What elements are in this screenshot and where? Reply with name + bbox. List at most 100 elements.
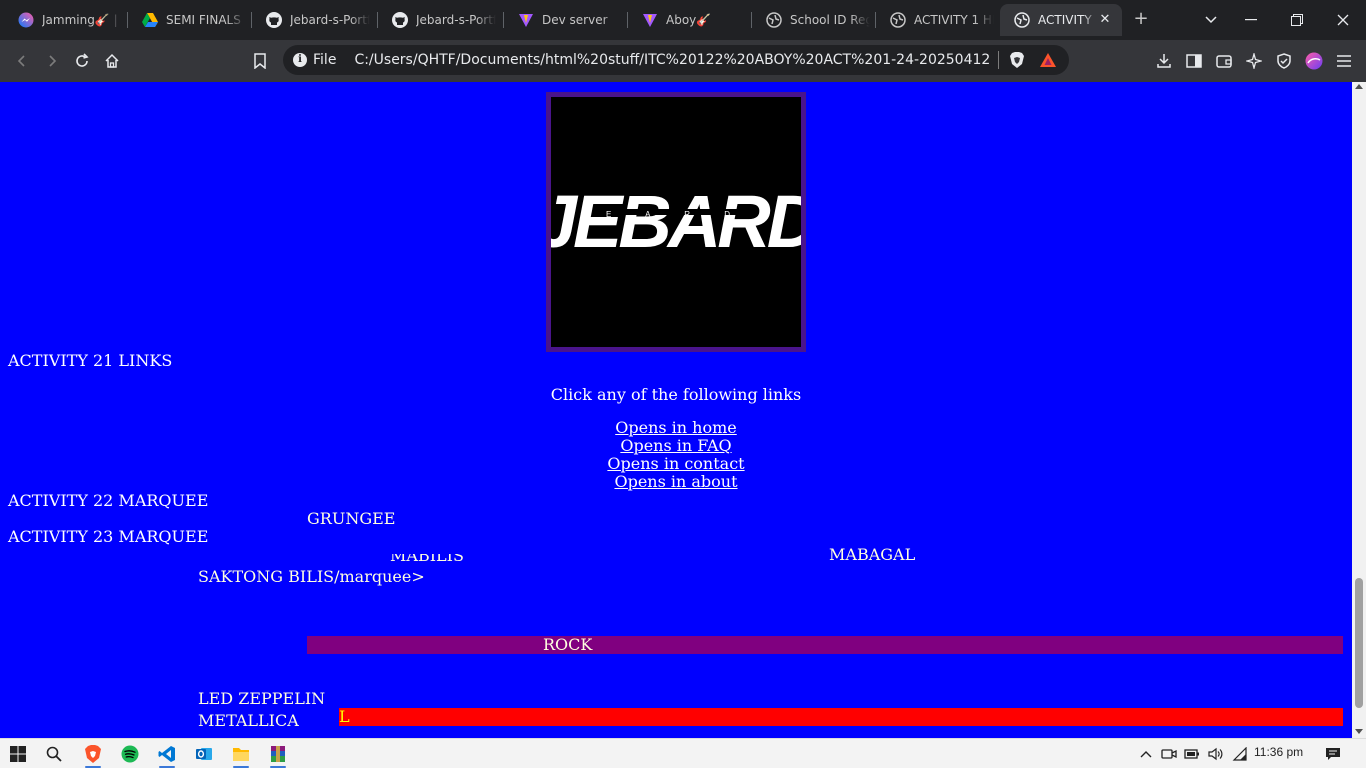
back-button[interactable] (10, 49, 34, 73)
tab-activity-1[interactable]: ACTIVITY 1 HE (876, 4, 998, 36)
shield-icon (1277, 53, 1291, 69)
restore-button[interactable] (1274, 0, 1320, 40)
folder-icon (233, 748, 249, 761)
minimize-icon (1245, 19, 1257, 21)
url-text[interactable]: C:/Users/QHTF/Documents/html%20stuff/ITC… (354, 52, 990, 68)
hamburger-menu-icon (1337, 55, 1351, 67)
profile-button[interactable] (1302, 49, 1326, 73)
minimize-button[interactable] (1228, 0, 1274, 40)
brave-shields-icon[interactable] (1009, 51, 1025, 69)
bookmark-button[interactable] (248, 49, 272, 73)
vpn-button[interactable] (1272, 49, 1296, 73)
scroll-thumb[interactable] (1355, 578, 1363, 708)
tab-jamming[interactable]: Jamming🎸 | M (4, 4, 124, 36)
page-viewport: JEBARD E A R D ACTIVITY 21 LINKS Click a… (0, 82, 1352, 738)
taskbar-spotify[interactable] (119, 743, 141, 765)
jebard-logo: JEBARD E A R D (536, 92, 823, 352)
chevron-down-icon (1205, 16, 1217, 24)
marquee-mabilis: MABILIS (390, 554, 464, 564)
close-window-button[interactable] (1320, 0, 1366, 40)
marquee-red-text: L (339, 707, 350, 726)
saktong-bilis-text: SAKTONG BILIS/marquee> (198, 567, 425, 586)
tab-activity-active[interactable]: ACTIVITY ✕ (1000, 4, 1122, 36)
forward-arrow-icon (49, 55, 57, 67)
browser-tab-strip: Jamming🎸 | M SEMI FINALS Jebard-s-Portfo… (0, 0, 1366, 40)
github-icon (392, 12, 408, 28)
close-icon (1337, 14, 1349, 26)
search-icon (46, 746, 62, 762)
taskbar-winrar[interactable] (267, 743, 289, 765)
marquee-mabilis-clip: MABILIS (390, 554, 464, 564)
chevron-up-icon (1140, 751, 1152, 758)
band-led-zeppelin: LED ZEPPELIN (198, 689, 326, 708)
camera-status-icon[interactable] (1161, 746, 1177, 762)
link-home[interactable]: Opens in home (0, 419, 1352, 437)
links-list: Opens in home Opens in FAQ Opens in cont… (0, 419, 1352, 491)
marquee-grungee: GRUNGEE (307, 509, 396, 528)
marquee-mabagal: MABAGAL (829, 545, 916, 564)
taskbar-brave[interactable] (82, 743, 104, 765)
vscode-icon (158, 746, 175, 762)
leo-ai-button[interactable] (1242, 49, 1266, 73)
forward-button[interactable] (40, 49, 64, 73)
vite-icon (518, 12, 534, 28)
close-tab-icon[interactable]: ✕ (1098, 13, 1112, 27)
band-metallica: METALLICA (198, 711, 299, 730)
menu-button[interactable] (1332, 49, 1356, 73)
windows-taskbar: 11:36 pm (0, 738, 1366, 768)
start-button[interactable] (7, 743, 29, 765)
system-clock[interactable]: 11:36 pm (1254, 745, 1303, 759)
info-icon[interactable]: i (293, 53, 307, 67)
link-contact[interactable]: Opens in contact (0, 455, 1352, 473)
downloads-button[interactable] (1152, 49, 1176, 73)
download-icon (1157, 54, 1171, 68)
restore-icon (1291, 14, 1303, 26)
brave-rewards-icon[interactable] (1039, 52, 1057, 68)
wifi-icon[interactable] (1232, 746, 1248, 762)
scroll-down-arrow-icon[interactable] (1355, 729, 1363, 734)
link-about[interactable]: Opens in about (0, 473, 1352, 491)
scroll-up-arrow-icon[interactable] (1355, 84, 1363, 89)
marquee-rock: ROCK (543, 635, 593, 654)
back-arrow-icon (17, 55, 25, 67)
taskbar-vscode[interactable] (156, 743, 178, 765)
sidebar-button[interactable] (1182, 49, 1206, 73)
winrar-icon (271, 746, 285, 762)
tab-school-id-reg[interactable]: School ID Reg (752, 4, 872, 36)
globe-icon (766, 12, 782, 28)
activity-22-heading: ACTIVITY 22 MARQUEE (8, 491, 209, 510)
search-button[interactable] (43, 743, 65, 765)
taskbar-file-explorer[interactable] (230, 743, 252, 765)
tab-label: Jebard-s-Portfolio (290, 13, 370, 27)
google-drive-icon (142, 12, 158, 28)
sidebar-icon (1186, 54, 1202, 68)
tab-label: Jebard-s-Portfolio (416, 13, 496, 27)
vite-icon (642, 12, 658, 28)
jebard-logo-graphic: JEBARD E A R D (536, 180, 823, 263)
page-scrollbar[interactable] (1352, 82, 1366, 738)
tab-label: Jamming🎸 | M (42, 13, 122, 27)
browser-toolbar: i File C:/Users/QHTF/Documents/html%20st… (0, 40, 1366, 82)
address-bar[interactable]: i File C:/Users/QHTF/Documents/html%20st… (283, 45, 1069, 75)
windows-logo-icon (10, 746, 26, 762)
home-icon (105, 53, 119, 68)
new-tab-button[interactable]: + (1130, 8, 1152, 30)
taskbar-outlook[interactable] (193, 743, 215, 765)
tab-dev-server[interactable]: Dev server (504, 4, 624, 36)
tab-github-portfolio-2[interactable]: Jebard-s-Portfolio (378, 4, 500, 36)
tab-label: ACTIVITY 1 HE (914, 13, 994, 27)
battery-icon[interactable] (1184, 746, 1200, 762)
tab-semi-finals[interactable]: SEMI FINALS (128, 4, 248, 36)
tab-aboy[interactable]: Aboy🎸 (628, 4, 748, 36)
volume-icon[interactable] (1208, 746, 1224, 762)
reload-button[interactable] (70, 49, 94, 73)
link-faq[interactable]: Opens in FAQ (0, 437, 1352, 455)
home-button[interactable] (100, 49, 124, 73)
show-hidden-icons-button[interactable] (1138, 746, 1154, 762)
notifications-button[interactable] (1325, 746, 1341, 762)
links-intro: Click any of the following links (550, 385, 802, 404)
tab-github-portfolio-1[interactable]: Jebard-s-Portfolio (252, 4, 374, 36)
tab-label: SEMI FINALS (166, 13, 241, 27)
wallet-button[interactable] (1212, 49, 1236, 73)
tab-label: Dev server (542, 13, 608, 27)
